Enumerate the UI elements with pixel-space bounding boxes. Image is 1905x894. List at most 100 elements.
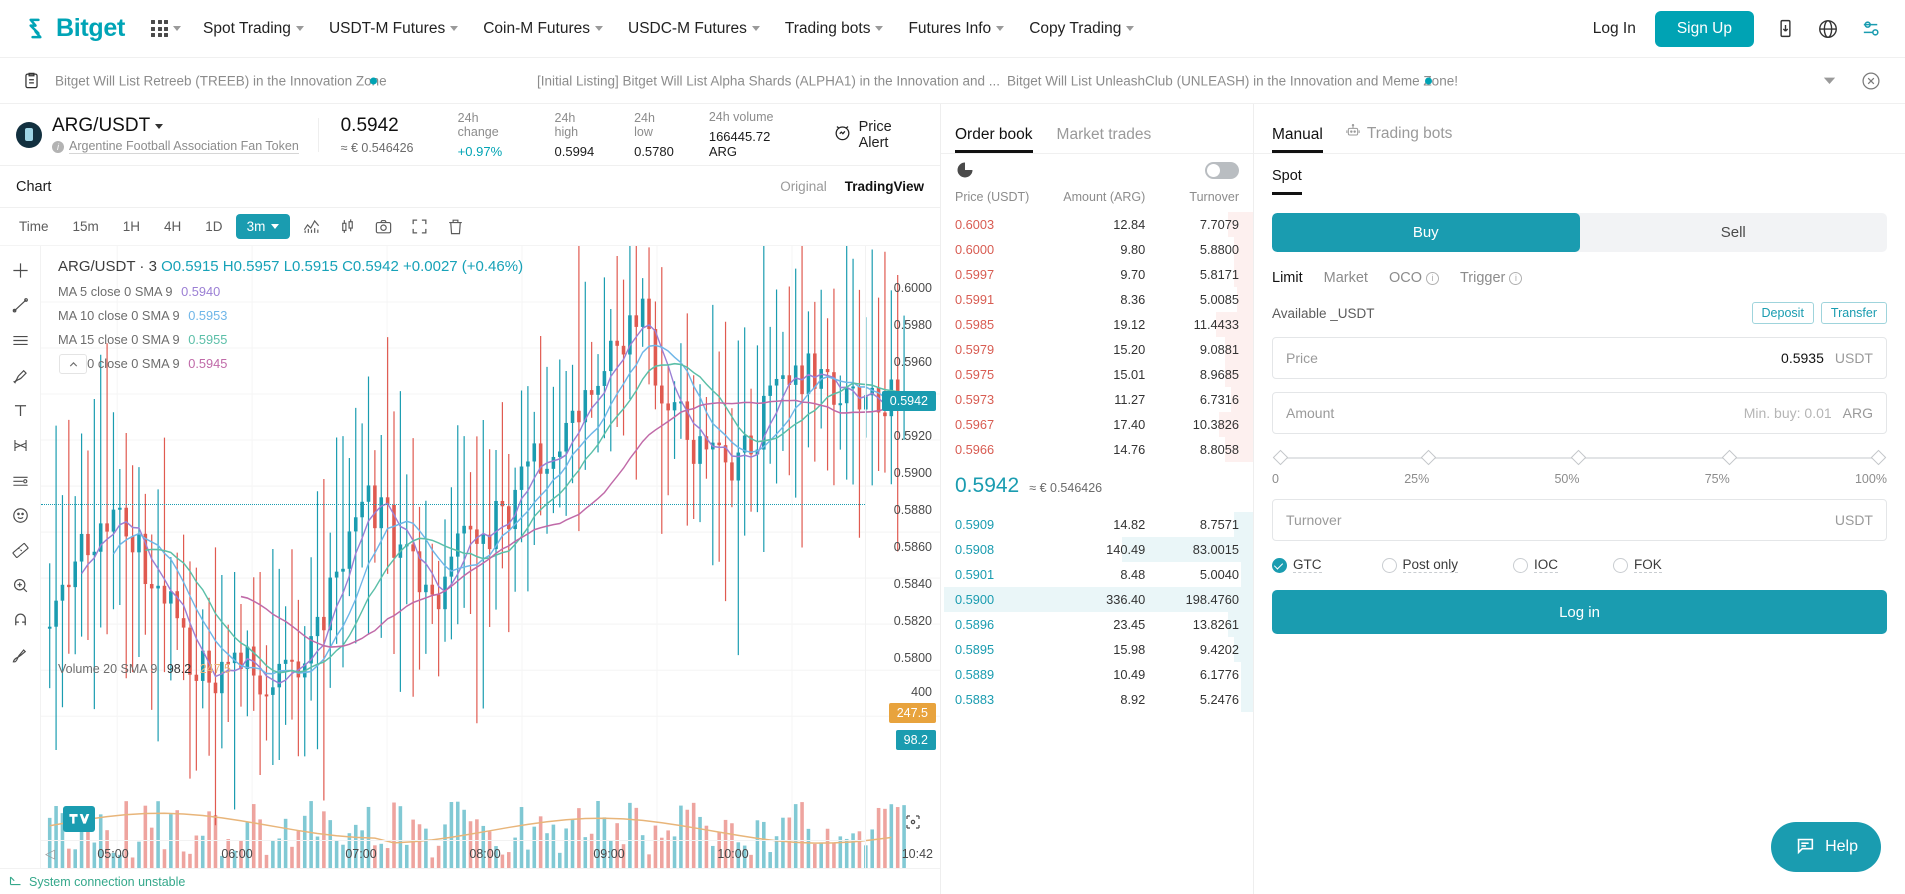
sell-tab[interactable]: Sell — [1580, 213, 1888, 252]
slider-step-75[interactable] — [1721, 449, 1738, 466]
orderbook-row-bid[interactable]: 0.5901 8.48 5.0040 — [941, 562, 1253, 587]
nav-item-coin-m-futures[interactable]: Coin-M Futures — [483, 20, 604, 38]
chart-plot[interactable]: ARG/USDT · 3 O0.5915 H0.5957 L0.5915 C0.… — [41, 246, 940, 868]
login-submit-button[interactable]: Log in — [1272, 590, 1887, 634]
indicators-icon[interactable] — [296, 214, 326, 240]
nav-item-copy-trading[interactable]: Copy Trading — [1029, 20, 1135, 38]
info-icon[interactable]: i — [1425, 271, 1439, 285]
buy-tab[interactable]: Buy — [1272, 213, 1580, 252]
price-axis[interactable]: 0.6000 0.5980 0.5960 0.5942 0.5920 0.590… — [865, 246, 940, 868]
info-icon[interactable]: i — [1509, 271, 1523, 285]
signup-button[interactable]: Sign Up — [1654, 10, 1754, 47]
legend-collapse-button[interactable] — [59, 354, 87, 374]
orderbook-row-ask[interactable]: 0.6003 12.84 7.7079 — [941, 212, 1253, 237]
orderbook-row-bid[interactable]: 0.5883 8.92 5.2476 — [941, 687, 1253, 712]
price-input-field[interactable]: Price 0.5935 USDT — [1272, 337, 1887, 379]
orderbook-row-bid[interactable]: 0.5908 140.49 83.0015 — [941, 537, 1253, 562]
timeframe-4h[interactable]: 4H — [153, 214, 192, 239]
nav-item-futures-info[interactable]: Futures Info — [908, 20, 1005, 38]
slider-step-25[interactable] — [1420, 449, 1436, 466]
amount-percent-slider[interactable] — [1272, 449, 1887, 466]
chart-source-original[interactable]: Original — [780, 179, 827, 194]
order-type-market[interactable]: Market — [1324, 270, 1368, 286]
orderbook-row-ask[interactable]: 0.5991 8.36 5.0085 — [941, 287, 1253, 312]
forecast-ruler-icon[interactable] — [4, 464, 36, 496]
horizontal-lines-icon[interactable] — [4, 324, 36, 356]
pair-fullname[interactable]: Argentine Football Association Fan Token — [69, 139, 299, 154]
lock-drawings-icon[interactable] — [4, 639, 36, 671]
crosshair-cursor-icon[interactable] — [4, 254, 36, 286]
turnover-input-field[interactable]: Turnover USDT — [1272, 499, 1887, 541]
amount-input-field[interactable]: Amount Min. buy: 0.01 ARG — [1272, 392, 1887, 434]
download-app-icon[interactable] — [1773, 17, 1797, 41]
patterns-icon[interactable] — [4, 429, 36, 461]
orderbook-aggregate-toggle[interactable] — [1205, 161, 1239, 179]
tab-market-trades[interactable]: Market trades — [1057, 126, 1152, 153]
deposit-button[interactable]: Deposit — [1751, 302, 1814, 324]
orderbook-row-bid[interactable]: 0.5896 23.45 13.8261 — [941, 612, 1253, 637]
timeframe-time-label[interactable]: Time — [8, 214, 60, 239]
tif-ioc[interactable]: IOC — [1513, 557, 1559, 573]
time-axis[interactable]: 05:00 06:00 07:00 08:00 09:00 10:00 10:4… — [41, 840, 933, 868]
timeframe-1h[interactable]: 1H — [112, 214, 151, 239]
orderbook-row-ask[interactable]: 0.5979 15.20 9.0881 — [941, 337, 1253, 362]
tif-fok[interactable]: FOK — [1613, 557, 1662, 573]
tab-trading-bots[interactable]: Trading bots — [1345, 123, 1452, 153]
depth-display-icon[interactable] — [955, 160, 975, 180]
zoom-in-icon[interactable] — [4, 569, 36, 601]
measure-ruler-icon[interactable] — [4, 534, 36, 566]
announcement-item-2[interactable]: [Initial Listing] Bitget Will List Alpha… — [537, 73, 1000, 88]
scroll-left-arrow-icon[interactable]: ◁ — [45, 846, 55, 862]
slider-step-100[interactable] — [1870, 449, 1887, 466]
chart-type-candles-icon[interactable] — [332, 214, 362, 240]
reset-chart-icon[interactable] — [904, 813, 922, 836]
login-link[interactable]: Log In — [1593, 20, 1636, 38]
timeframe-15m[interactable]: 15m — [62, 214, 110, 239]
orderbook-row-bid[interactable]: 0.5909 14.82 8.7571 — [941, 512, 1253, 537]
announcement-expand-icon[interactable] — [1817, 69, 1841, 93]
tab-manual[interactable]: Manual — [1272, 126, 1323, 153]
bitget-logo[interactable]: Bitget — [22, 14, 125, 43]
announcement-item-3[interactable]: Bitget Will List UnleashClub (UNLEASH) i… — [1007, 73, 1458, 88]
app-grid-button[interactable] — [151, 20, 182, 37]
order-type-trigger[interactable]: Trigger i — [1460, 270, 1523, 286]
language-globe-icon[interactable] — [1816, 17, 1840, 41]
tif-post-only[interactable]: Post only — [1381, 557, 1459, 573]
slider-handle[interactable] — [1272, 449, 1289, 466]
trade-mode-spot[interactable]: Spot — [1272, 168, 1302, 195]
nav-item-trading-bots[interactable]: Trading bots — [785, 20, 884, 38]
nav-item-spot-trading[interactable]: Spot Trading — [203, 20, 304, 38]
pair-selector[interactable]: ARG/USDT — [52, 115, 299, 137]
orderbook-row-bid[interactable]: 0.5889 10.49 6.1776 — [941, 662, 1253, 687]
orderbook-row-ask[interactable]: 0.5966 14.76 8.8058 — [941, 437, 1253, 462]
orderbook-row-ask[interactable]: 0.5975 15.01 8.9685 — [941, 362, 1253, 387]
delete-trash-icon[interactable] — [440, 214, 470, 240]
orderbook-row-bid[interactable]: 0.5895 15.98 9.4202 — [941, 637, 1253, 662]
orderbook-row-ask[interactable]: 0.5997 9.70 5.8171 — [941, 262, 1253, 287]
price-alert-button[interactable]: Price Alert — [833, 119, 924, 151]
brush-pen-icon[interactable] — [4, 359, 36, 391]
chart-source-tradingview[interactable]: TradingView — [845, 179, 924, 194]
orderbook-row-bid[interactable]: 0.5900 336.40 198.4760 — [941, 587, 1253, 612]
orderbook-row-ask[interactable]: 0.5985 19.12 11.4433 — [941, 312, 1253, 337]
nav-item-usdc-m-futures[interactable]: USDC-M Futures — [628, 20, 760, 38]
transfer-button[interactable]: Transfer — [1820, 302, 1887, 324]
tradingview-logo-badge[interactable] — [63, 806, 95, 832]
announcement-close-icon[interactable] — [1859, 69, 1883, 93]
orderbook-row-ask[interactable]: 0.6000 9.80 5.8800 — [941, 237, 1253, 262]
emoji-sticker-icon[interactable] — [4, 499, 36, 531]
order-type-oco[interactable]: OCO i — [1389, 270, 1439, 286]
orderbook-row-ask[interactable]: 0.5967 17.40 10.3826 — [941, 412, 1253, 437]
nav-item-usdt-m-futures[interactable]: USDT-M Futures — [329, 20, 459, 38]
screenshot-camera-icon[interactable] — [368, 214, 398, 240]
trend-line-icon[interactable] — [4, 289, 36, 321]
order-type-limit[interactable]: Limit — [1272, 270, 1303, 286]
announcement-item-1[interactable]: Bitget Will List Retreeb (TREEB) in the … — [55, 73, 387, 88]
fullscreen-icon[interactable] — [404, 214, 434, 240]
slider-step-50[interactable] — [1571, 449, 1587, 466]
settings-sliders-icon[interactable] — [1859, 17, 1883, 41]
text-tool-icon[interactable] — [4, 394, 36, 426]
tab-order-book[interactable]: Order book — [955, 126, 1033, 153]
timeframe-1d[interactable]: 1D — [194, 214, 233, 239]
help-button[interactable]: Help — [1771, 822, 1881, 872]
